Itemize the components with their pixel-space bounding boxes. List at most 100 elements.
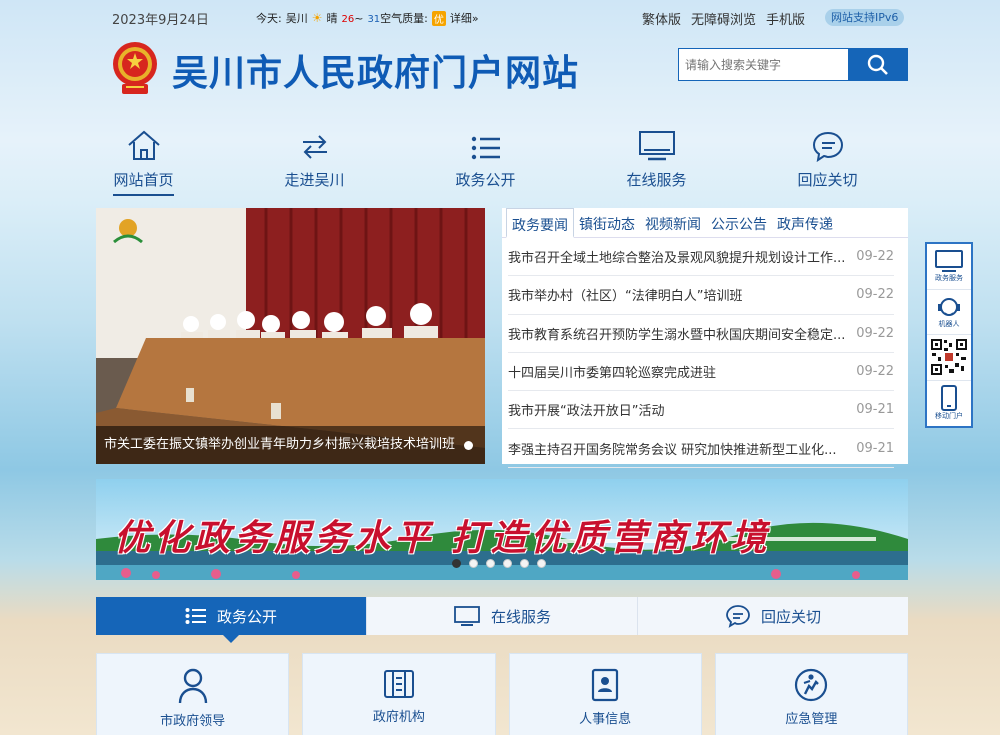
banner-dot[interactable] xyxy=(537,559,546,568)
emergency-icon xyxy=(795,668,828,702)
banner-dot[interactable] xyxy=(503,559,512,568)
section-tab-label: 回应关切 xyxy=(760,607,821,626)
sun-icon: ☀ xyxy=(311,11,323,25)
nav-home[interactable]: 网站首页 xyxy=(58,126,229,196)
sidefloat-qrcode[interactable] xyxy=(927,335,971,381)
nav-label: 在线服务 xyxy=(626,171,687,189)
card-label: 人事信息 xyxy=(579,712,632,727)
service-cards: 市政府领导 政府机构 人事信息 应急管理 xyxy=(96,653,908,735)
banner-dot[interactable] xyxy=(520,559,529,568)
aq-badge: 优 xyxy=(431,10,446,26)
news-date: 09-22 xyxy=(856,364,894,380)
nav-gov-affairs[interactable]: 政务公开 xyxy=(400,126,571,196)
nav-label: 政务公开 xyxy=(455,171,516,189)
home-icon xyxy=(126,126,162,162)
aq-detail-link[interactable]: 详细» xyxy=(450,10,479,26)
nav-about[interactable]: 走进吴川 xyxy=(229,126,400,196)
news-title[interactable]: 李强主持召开国务院常务会议 研究加快推进新型工业化... xyxy=(508,439,848,458)
list-item[interactable]: 我市召开全域土地综合整治及景观风貌提升规划设计工作... 09-22 xyxy=(508,238,894,277)
side-float-bar: 政务服务 机器人 移动门户 xyxy=(925,242,973,428)
tab-town-news[interactable]: 镇街动态 xyxy=(574,208,640,237)
card-label: 应急管理 xyxy=(785,712,838,727)
tab-gov-voice[interactable]: 政声传递 xyxy=(772,208,838,237)
list-item[interactable]: 我市教育系统召开预防学生溺水暨中秋国庆期间安全稳定... 09-22 xyxy=(508,315,894,353)
sidefloat-robot[interactable]: 机器人 xyxy=(927,290,971,335)
list-item[interactable]: 十四届吴川市委第四轮巡察完成进驻 09-22 xyxy=(508,353,894,392)
monitor-icon xyxy=(638,126,676,162)
nav-online-service[interactable]: 在线服务 xyxy=(571,126,742,196)
card-label: 政府机构 xyxy=(372,710,425,725)
card-personnel-info[interactable]: 人事信息 xyxy=(508,653,702,735)
national-emblem-icon xyxy=(108,40,162,96)
news-date: 09-21 xyxy=(856,440,894,456)
robot-icon xyxy=(938,297,960,316)
tab-announcements[interactable]: 公示公告 xyxy=(706,208,772,237)
news-title[interactable]: 我市开展“政法开放日”活动 xyxy=(508,400,848,419)
weather-widget: 今天: 吴川 ☀ 晴 26~ 31空气质量: 优 详细» xyxy=(256,10,479,26)
monitor-icon xyxy=(935,250,963,273)
slogan-banner[interactable]: 优化政务服务水平 打造优质营商环境 xyxy=(96,479,908,580)
sidefloat-label: 机器人 xyxy=(938,319,960,328)
top-bar: 2023年9月24日 今天: 吴川 ☀ 晴 26~ 31空气质量: 优 详细» … xyxy=(0,0,1000,36)
search-button[interactable] xyxy=(848,48,908,81)
document-icon xyxy=(592,668,619,702)
list-item[interactable]: 李强主持召开国务院常务会议 研究加快推进新型工业化... 09-21 xyxy=(508,429,894,468)
news-title[interactable]: 十四届吴川市委第四轮巡察完成进驻 xyxy=(508,362,848,381)
slide-indicator[interactable] xyxy=(464,441,473,450)
building-icon xyxy=(383,670,414,698)
news-date: 09-21 xyxy=(856,402,894,418)
weather-condition: 晴 xyxy=(326,12,338,25)
arrows-icon xyxy=(299,126,331,162)
sidefloat-label: 政务服务 xyxy=(935,274,963,283)
sidefloat-mobile[interactable]: 移动门户 xyxy=(927,381,971,426)
temp-low: 31 xyxy=(367,14,381,25)
news-title[interactable]: 我市教育系统召开预防学生溺水暨中秋国庆期间安全稳定... xyxy=(508,324,848,343)
nav-response[interactable]: 回应关切 xyxy=(742,126,913,196)
list-icon xyxy=(185,608,206,624)
accessibility-link[interactable]: 无障碍浏览 xyxy=(691,9,756,28)
banner-dot[interactable] xyxy=(486,559,495,568)
card-gov-agencies[interactable]: 政府机构 xyxy=(302,653,496,735)
slide-caption[interactable]: 市关工委在振文镇举办创业青年助力乡村振兴栽培技术培训班 xyxy=(96,426,485,464)
monitor-icon xyxy=(454,606,480,626)
nav-label: 走进吴川 xyxy=(284,171,345,189)
news-title[interactable]: 我市举办村（社区）“法律明白人”培训班 xyxy=(508,285,848,304)
search-input[interactable] xyxy=(678,48,848,81)
weather-label: 今天: xyxy=(256,12,282,25)
main-nav: 网站首页 走进吴川 政务公开 在线服务 回应关切 xyxy=(58,126,943,196)
section-tabs: 政务公开 在线服务 回应关切 xyxy=(96,597,908,643)
aq-label: 空气质量: xyxy=(380,12,428,25)
tab-section-online-service[interactable]: 在线服务 xyxy=(367,597,638,635)
chat-icon xyxy=(726,605,750,628)
mobile-link[interactable]: 手机版 xyxy=(766,9,805,28)
list-item[interactable]: 我市开展“政法开放日”活动 09-21 xyxy=(508,391,894,430)
news-tabs: 政务要闻 镇街动态 视频新闻 公示公告 政声传递 xyxy=(502,208,908,238)
sidefloat-gov-service[interactable]: 政务服务 xyxy=(927,244,971,290)
list-icon xyxy=(470,126,502,162)
tab-section-response[interactable]: 回应关切 xyxy=(638,597,908,635)
news-date: 09-22 xyxy=(856,249,894,265)
banner-dot[interactable] xyxy=(452,559,461,568)
temp-high: 26 xyxy=(341,13,355,25)
ipv6-badge: 网站支持IPv6 xyxy=(825,9,905,26)
card-emergency-management[interactable]: 应急管理 xyxy=(714,653,908,735)
site-title: 吴川市人民政府门户网站 xyxy=(172,53,580,94)
search-icon xyxy=(867,54,888,75)
tab-video-news[interactable]: 视频新闻 xyxy=(640,208,706,237)
news-slideshow[interactable]: 市关工委在振文镇举办创业青年助力乡村振兴栽培技术培训班 xyxy=(96,208,485,464)
news-title[interactable]: 我市召开全域土地综合整治及景观风貌提升规划设计工作... xyxy=(508,247,848,266)
banner-dot[interactable] xyxy=(469,559,478,568)
section-tab-label: 政务公开 xyxy=(216,607,277,626)
traditional-link[interactable]: 繁体版 xyxy=(642,9,681,28)
top-links: 繁体版 无障碍浏览 手机版 xyxy=(642,9,805,28)
nav-label: 网站首页 xyxy=(113,169,174,196)
person-icon xyxy=(178,668,207,704)
search-box xyxy=(678,48,908,81)
tab-section-gov-affairs[interactable]: 政务公开 xyxy=(96,597,367,643)
chat-icon xyxy=(811,126,845,162)
card-label: 市政府领导 xyxy=(160,714,226,729)
nav-label: 回应关切 xyxy=(797,171,858,189)
list-item[interactable]: 我市举办村（社区）“法律明白人”培训班 09-22 xyxy=(508,276,894,315)
card-city-leaders[interactable]: 市政府领导 xyxy=(96,653,290,735)
tab-gov-news[interactable]: 政务要闻 xyxy=(506,208,574,238)
